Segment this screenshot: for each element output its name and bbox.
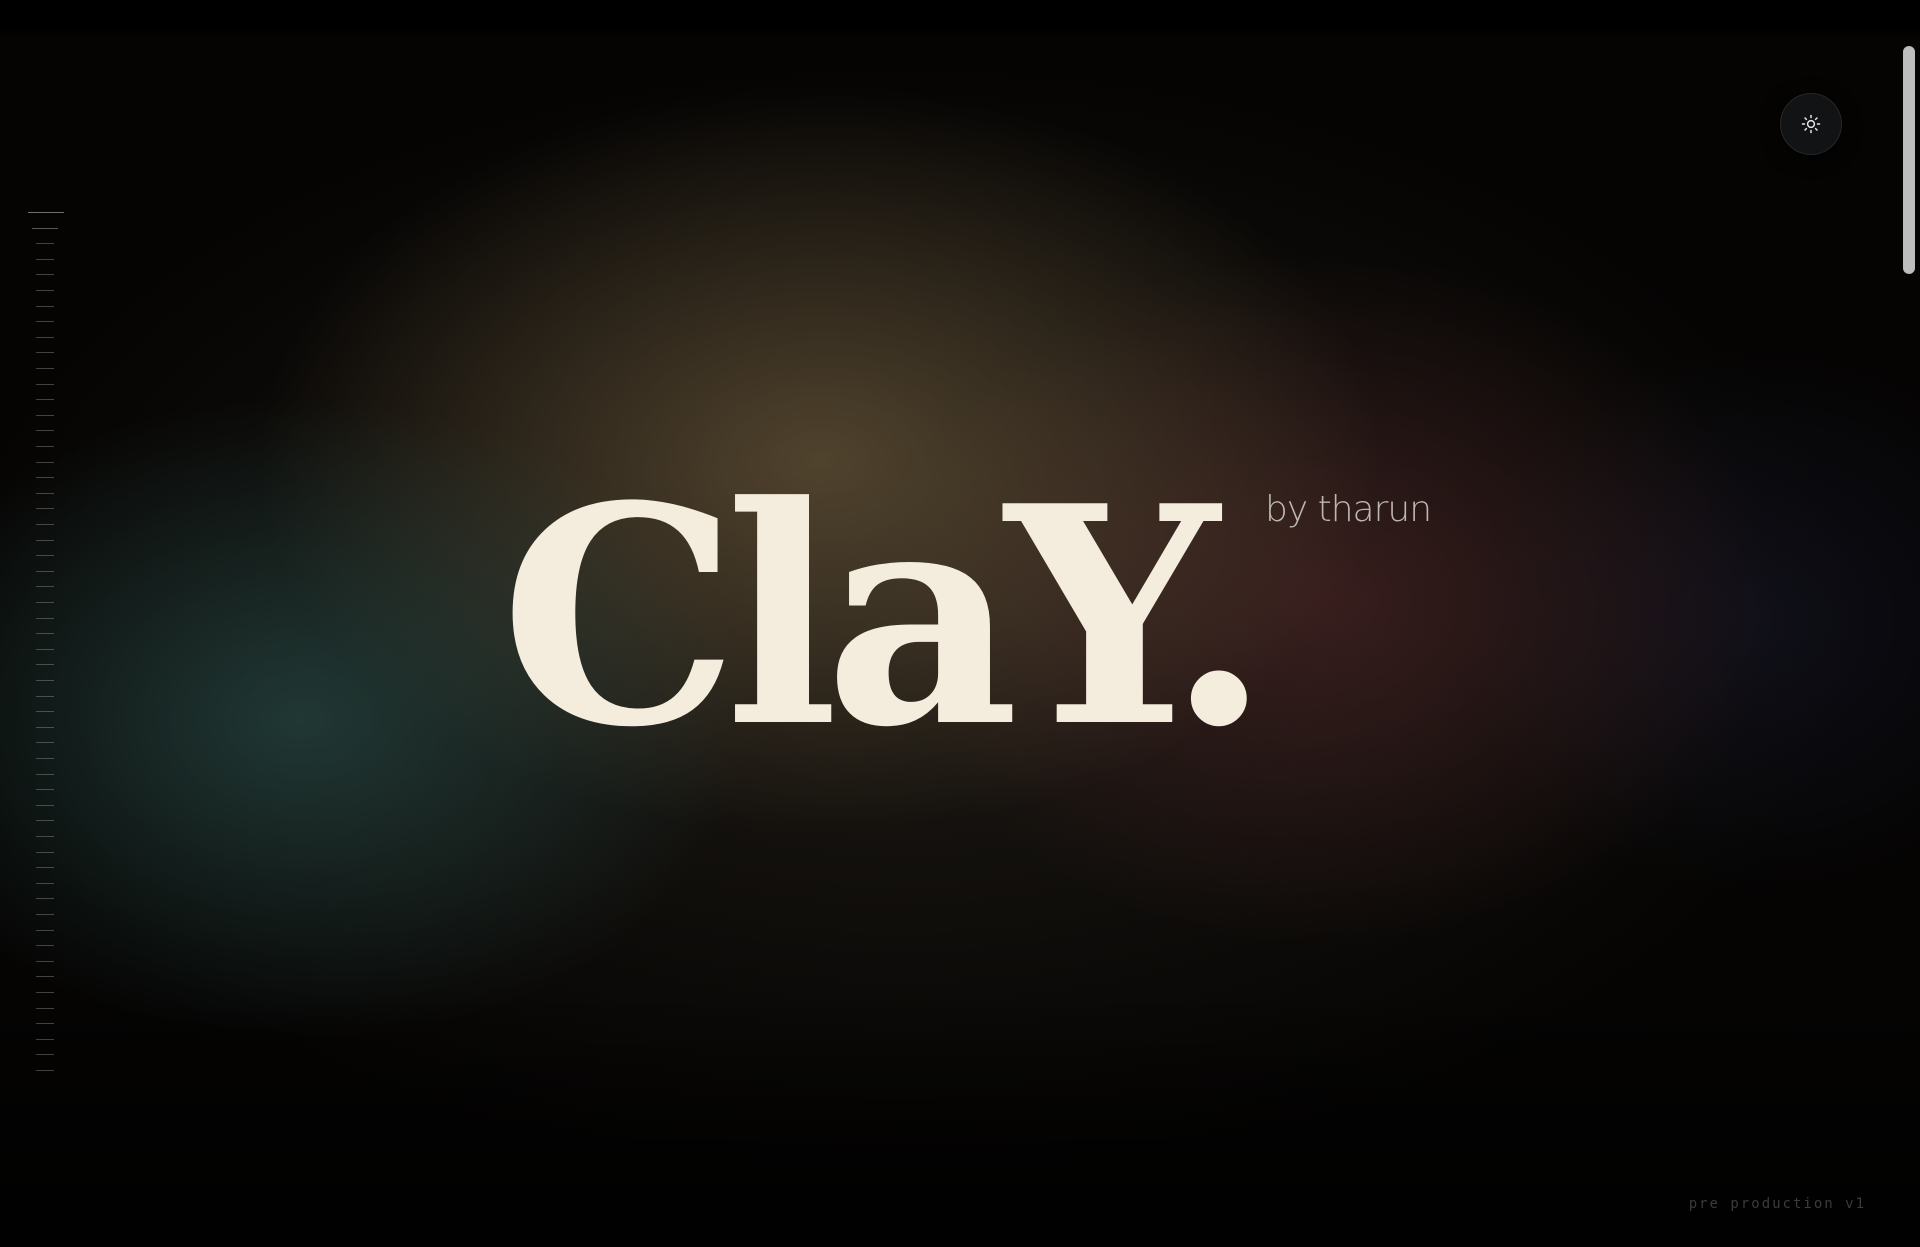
version-label: pre production v1 — [1688, 1196, 1866, 1212]
ruler-tick — [36, 1023, 54, 1024]
sun-icon — [1801, 114, 1821, 134]
ruler-tick — [36, 805, 54, 806]
ruler-tick — [36, 1008, 54, 1009]
ruler-tick — [36, 337, 54, 338]
landing-page: ClaY. by tharun pre production v1 — [0, 0, 1920, 1247]
ruler-tick — [36, 930, 54, 931]
ruler-tick — [36, 945, 54, 946]
ruler-tick — [36, 680, 54, 681]
ruler-tick — [36, 508, 54, 509]
ruler-tick — [36, 586, 54, 587]
ruler-tick — [36, 430, 54, 431]
ruler-tick — [36, 1039, 54, 1040]
ruler-tick — [36, 306, 54, 307]
theme-toggle-button[interactable] — [1780, 93, 1842, 155]
ruler-tick — [36, 961, 54, 962]
ruler-tick — [36, 243, 54, 244]
ruler-tick — [36, 711, 54, 712]
ruler-tick — [36, 820, 54, 821]
ruler-tick — [36, 368, 54, 369]
ruler-tick — [36, 774, 54, 775]
ruler-tick — [36, 633, 54, 634]
ruler-tick — [36, 742, 54, 743]
ruler-tick — [36, 602, 54, 603]
ruler-tick — [36, 976, 54, 977]
ruler-tick — [36, 352, 54, 353]
ruler-tick — [36, 399, 54, 400]
ruler-tick — [36, 664, 54, 665]
ruler-tick — [36, 259, 54, 260]
brand-byline: by tharun — [1265, 489, 1432, 530]
scroll-ruler — [28, 212, 68, 1082]
ruler-tick — [36, 836, 54, 837]
ruler-tick — [36, 1054, 54, 1055]
ruler-tick — [36, 493, 54, 494]
ruler-tick — [36, 618, 54, 619]
ruler-tick — [36, 914, 54, 915]
ruler-tick — [36, 446, 54, 447]
ruler-tick — [36, 789, 54, 790]
ruler-tick — [36, 524, 54, 525]
ruler-tick — [36, 477, 54, 478]
ruler-tick — [36, 290, 54, 291]
ruler-tick — [36, 867, 54, 868]
scrollbar-thumb[interactable] — [1903, 46, 1915, 274]
ruler-tick — [36, 384, 54, 385]
top-bar — [0, 0, 1920, 40]
ruler-tick — [36, 727, 54, 728]
ruler-tick — [32, 228, 58, 229]
brand-title: ClaY. — [500, 440, 1271, 793]
ruler-tick — [36, 992, 54, 993]
ruler-tick — [36, 883, 54, 884]
ruler-tick — [36, 571, 54, 572]
ruler-tick — [36, 321, 54, 322]
ruler-tick — [36, 852, 54, 853]
ruler-tick — [36, 696, 54, 697]
bottom-fade — [0, 987, 1920, 1247]
ruler-tick — [36, 555, 54, 556]
ruler-tick — [36, 415, 54, 416]
ruler-tick — [36, 540, 54, 541]
ruler-tick — [36, 274, 54, 275]
ruler-tick — [36, 1070, 54, 1071]
scrollbar[interactable] — [1898, 40, 1920, 1247]
ruler-tick — [36, 898, 54, 899]
ruler-tick — [36, 649, 54, 650]
ruler-tick — [36, 758, 54, 759]
ruler-tick — [28, 212, 64, 213]
ruler-tick — [36, 462, 54, 463]
